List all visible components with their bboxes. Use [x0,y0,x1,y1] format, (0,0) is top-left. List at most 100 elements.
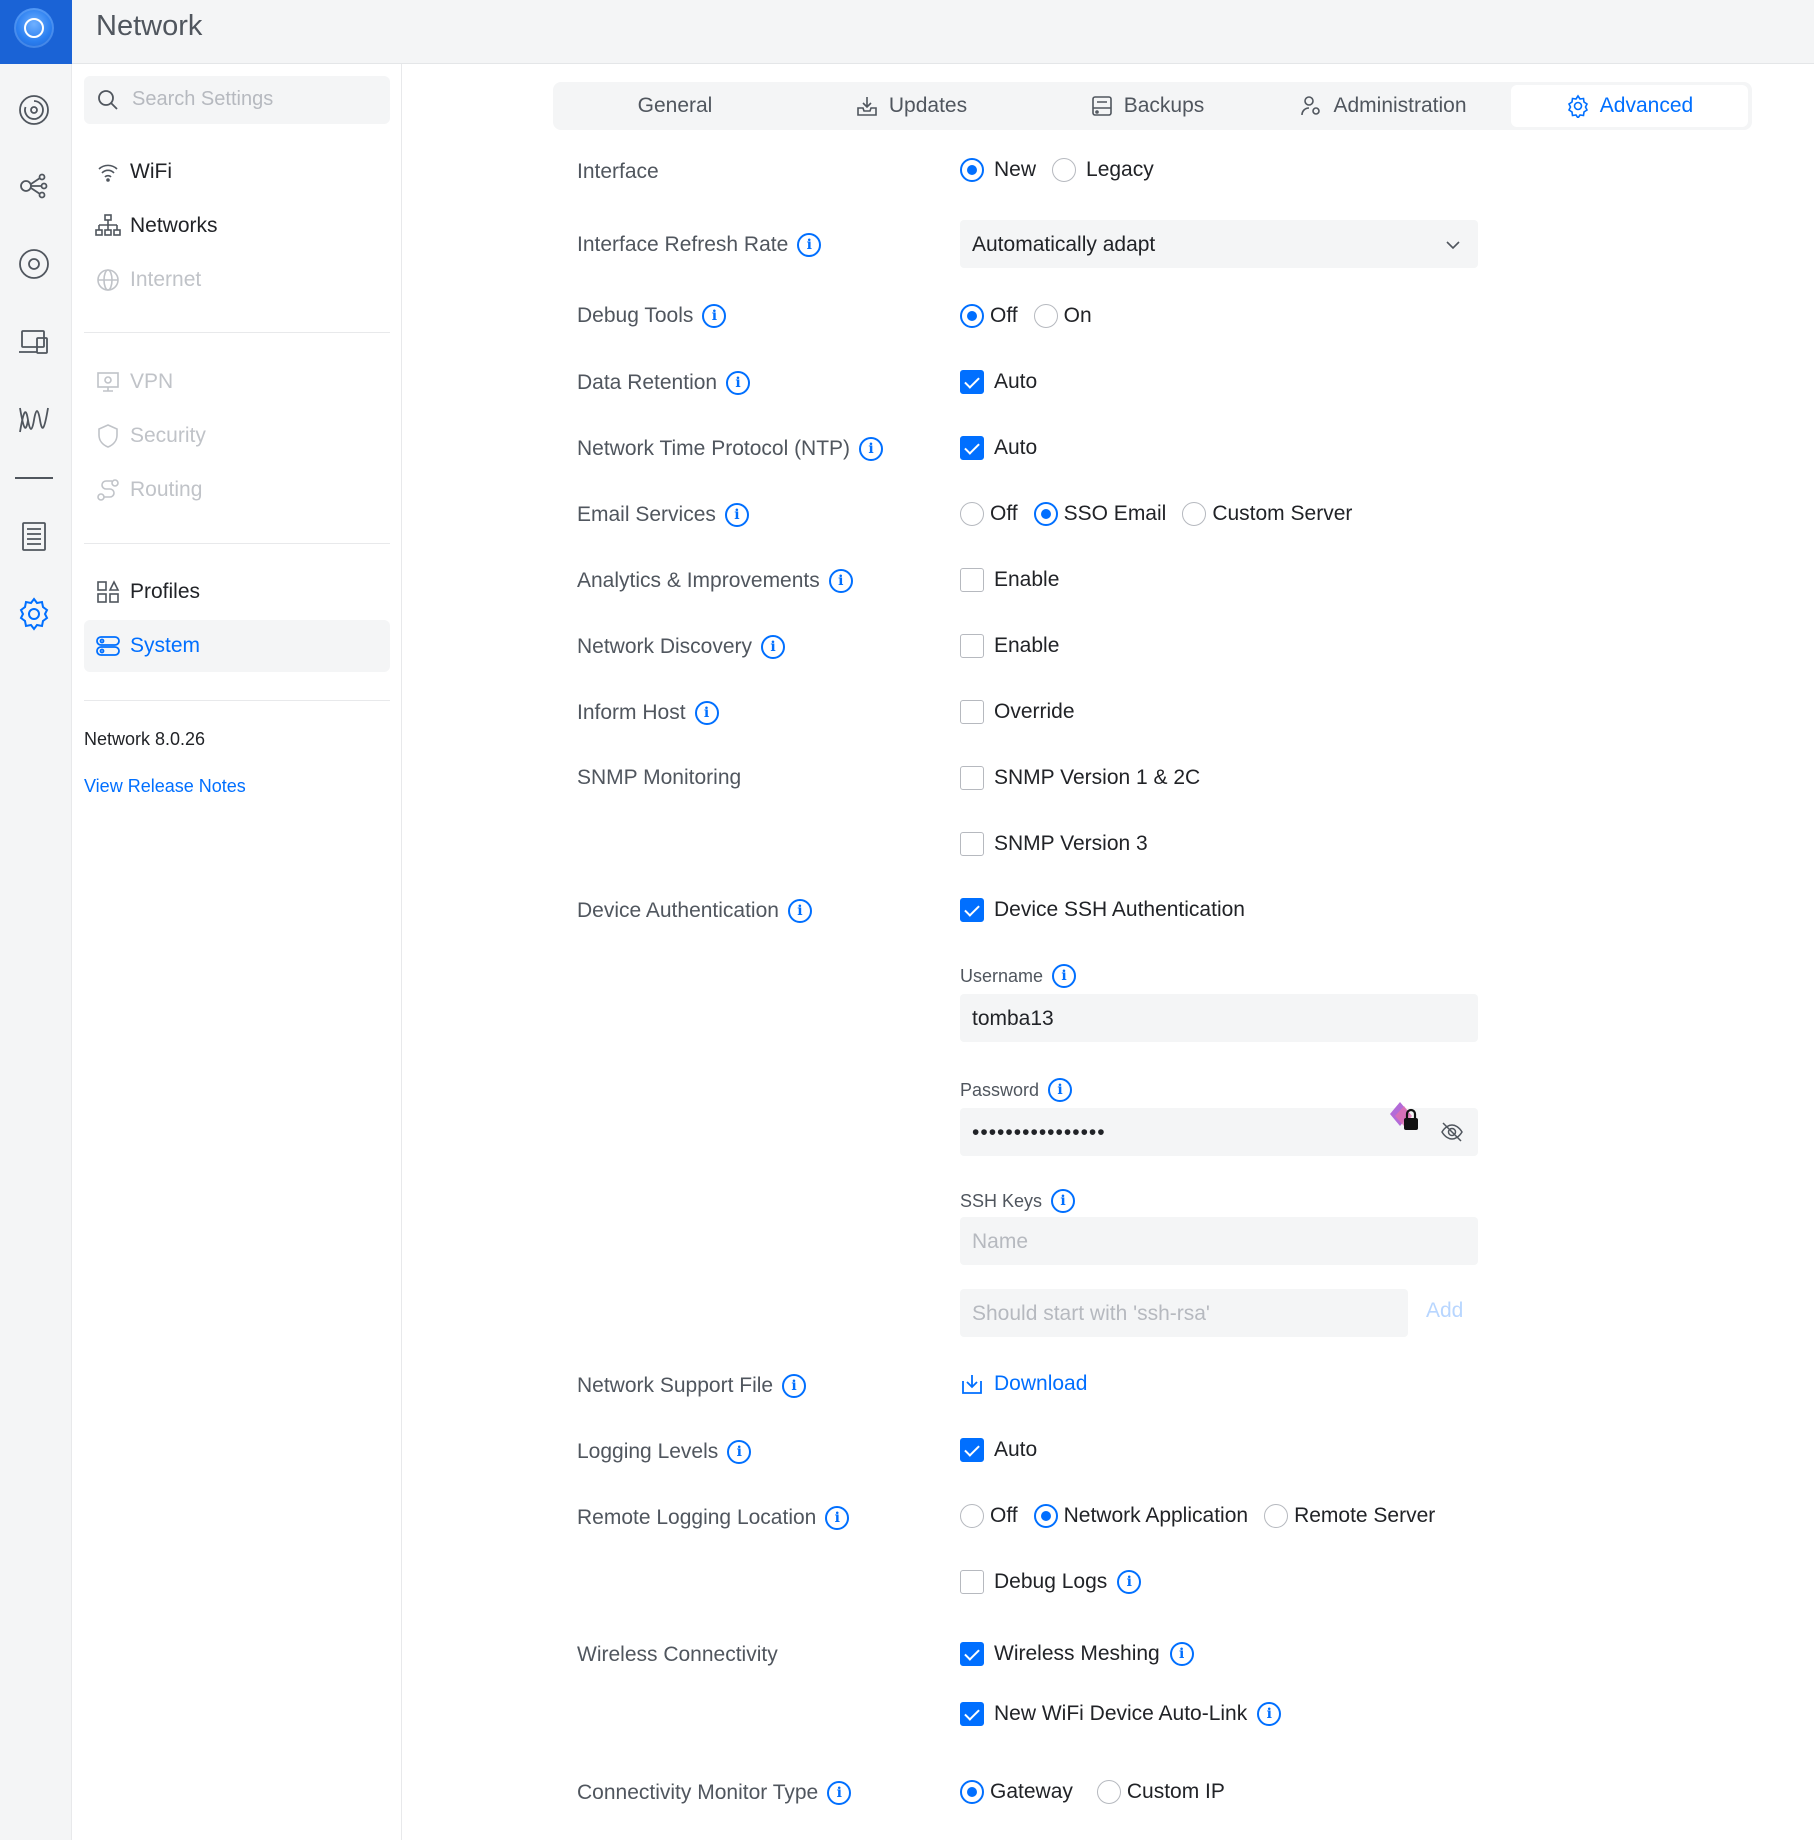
interface-new-option[interactable]: New [960,158,1036,182]
radio-selected[interactable] [1033,1504,1058,1528]
remote-logging-remote-server-option[interactable]: Remote Server [1264,1504,1435,1528]
email-off-option[interactable]: Off [960,502,1018,526]
inform-host-override-checkbox[interactable]: Override [960,700,1075,724]
network-discovery-label: Network Discovery i [577,635,786,659]
radio[interactable] [960,502,984,526]
sidebar-item-internet[interactable]: Internet [84,254,390,306]
snmp-v1-checkbox[interactable]: SNMP Version 1 & 2C [960,766,1200,790]
password-manager-icon[interactable] [1386,1096,1424,1136]
checkbox[interactable] [960,1570,984,1594]
tab-general[interactable]: General [557,85,793,127]
checkbox-checked[interactable] [960,436,984,460]
ssh-key-value-field[interactable]: Should start with 'ssh-rsa' [960,1289,1408,1337]
info-icon[interactable]: i [761,635,786,659]
sidebar-item-security[interactable]: Security [84,410,390,462]
info-icon[interactable]: i [1169,1642,1194,1666]
sidebar-item-networks[interactable]: Networks [84,200,390,252]
logs-icon[interactable] [14,516,54,556]
info-icon[interactable]: i [1048,1078,1073,1102]
logging-levels-auto-checkbox[interactable]: Auto [960,1438,1037,1462]
data-retention-auto-checkbox[interactable]: Auto [960,370,1037,394]
topology-icon[interactable] [14,166,54,206]
info-icon[interactable]: i [694,701,719,725]
remote-logging-network-app-option[interactable]: Network Application [1033,1504,1248,1528]
settings-icon[interactable] [14,594,54,634]
sidebar-item-routing[interactable]: Routing [84,464,390,516]
tab-updates[interactable]: Updates [793,85,1029,127]
insights-icon[interactable] [14,400,54,440]
checkbox[interactable] [960,568,984,592]
checkbox[interactable] [960,832,984,856]
debug-logs-checkbox[interactable]: Debug Logs i [960,1570,1142,1594]
unifi-logo[interactable] [0,0,72,64]
info-icon[interactable]: i [797,233,822,257]
radio-selected[interactable] [1033,502,1058,526]
checkbox-checked[interactable] [960,370,984,394]
sidebar-item-system[interactable]: System [84,620,390,672]
analytics-enable-checkbox[interactable]: Enable [960,568,1059,592]
info-icon[interactable]: i [726,371,751,395]
info-icon[interactable]: i [782,1374,807,1398]
dashboard-icon[interactable] [14,90,54,130]
checkbox-checked[interactable] [960,1642,984,1666]
interface-legacy-option[interactable]: Legacy [1052,158,1154,182]
add-ssh-key-button[interactable]: Add [1426,1299,1463,1323]
eye-off-icon[interactable] [1440,1121,1464,1143]
checkbox[interactable] [960,634,984,658]
radio[interactable] [1033,304,1058,328]
password-field[interactable]: •••••••••••••••• [960,1102,1478,1156]
email-sso-option[interactable]: SSO Email [1033,502,1166,526]
remote-logging-off-option[interactable]: Off [960,1504,1018,1528]
tab-backups[interactable]: Backups [1029,85,1265,127]
monitor-gateway-option[interactable]: Gateway [960,1780,1073,1804]
radio[interactable] [960,1504,984,1528]
ssh-key-name-field[interactable]: Name [960,1217,1478,1265]
info-icon[interactable]: i [724,503,749,527]
debug-off-option[interactable]: Off [960,304,1018,328]
wifi-autolink-checkbox[interactable]: New WiFi Device Auto-Link i [960,1702,1282,1726]
radio[interactable] [1264,1504,1289,1528]
info-icon[interactable]: i [1117,1570,1142,1594]
radio[interactable] [1052,158,1077,182]
info-icon[interactable]: i [1052,964,1077,988]
clients-icon[interactable] [14,322,54,362]
info-icon[interactable]: i [859,437,884,461]
info-icon[interactable]: i [1257,1702,1282,1726]
release-notes-link[interactable]: View Release Notes [84,776,246,797]
info-icon[interactable]: i [1051,1189,1076,1213]
info-icon[interactable]: i [787,899,812,923]
radio-selected[interactable] [960,304,984,328]
radio-selected[interactable] [960,1780,984,1804]
info-icon[interactable]: i [827,1781,852,1805]
monitor-custom-ip-option[interactable]: Custom IP [1096,1780,1225,1804]
checkbox-checked[interactable] [960,1438,984,1462]
debug-on-option[interactable]: On [1033,304,1092,328]
info-icon[interactable]: i [727,1440,752,1464]
info-icon[interactable]: i [828,569,853,593]
checkbox[interactable] [960,700,984,724]
info-icon[interactable]: i [825,1506,850,1530]
radio[interactable] [1096,1780,1121,1804]
ntp-auto-checkbox[interactable]: Auto [960,436,1037,460]
checkbox-checked[interactable] [960,1702,984,1726]
devices-icon[interactable] [14,244,54,284]
sidebar-item-vpn[interactable]: VPN [84,356,390,408]
tab-administration[interactable]: Administration [1265,85,1501,127]
download-support-file-button[interactable]: Download [960,1372,1087,1396]
device-ssh-auth-checkbox[interactable]: Device SSH Authentication [960,898,1245,922]
radio[interactable] [1182,502,1207,526]
checkbox[interactable] [960,766,984,790]
network-discovery-enable-checkbox[interactable]: Enable [960,634,1059,658]
wireless-meshing-checkbox[interactable]: Wireless Meshing i [960,1642,1194,1666]
snmp-v3-checkbox[interactable]: SNMP Version 3 [960,832,1148,856]
sidebar-item-profiles[interactable]: Profiles [84,566,390,618]
refresh-rate-select[interactable]: Automatically adapt [960,220,1478,268]
checkbox-checked[interactable] [960,898,984,922]
radio-selected[interactable] [960,158,984,182]
sidebar-item-wifi[interactable]: WiFi [84,146,390,198]
tab-advanced[interactable]: Advanced [1511,85,1748,127]
search-input[interactable]: Search Settings [84,76,390,124]
username-field[interactable]: tomba13 [960,994,1478,1042]
email-custom-server-option[interactable]: Custom Server [1182,502,1352,526]
info-icon[interactable]: i [702,304,727,328]
